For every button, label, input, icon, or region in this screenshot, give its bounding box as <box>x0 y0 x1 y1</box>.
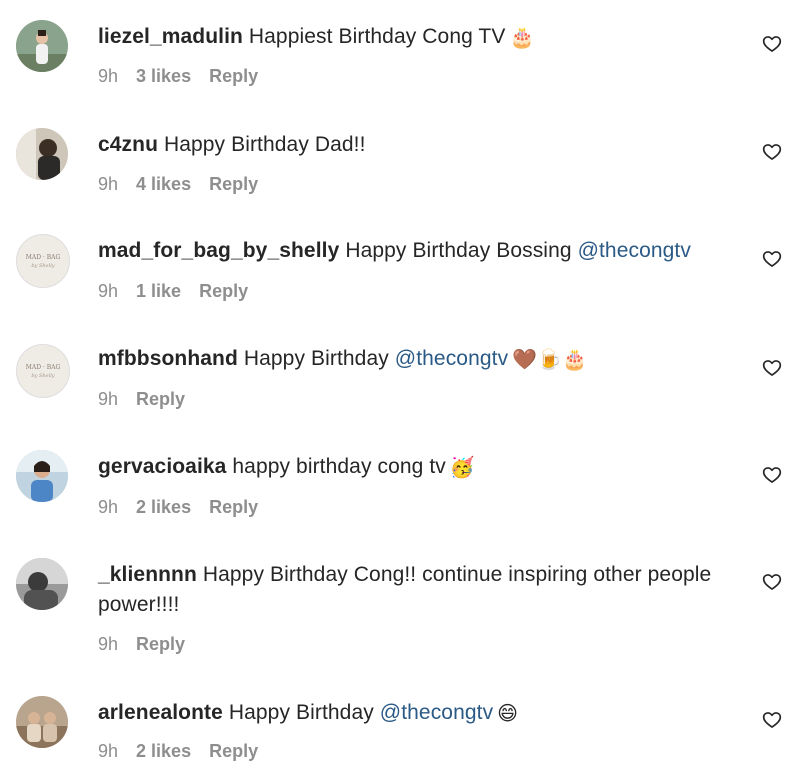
heart-outline-icon[interactable] <box>762 34 782 54</box>
comment-likes[interactable]: 2 likes <box>136 497 191 517</box>
comment-time: 9h <box>98 389 119 409</box>
avatar-logo-text: MAD · BAG <box>26 254 61 261</box>
comment-time: 9h <box>98 741 119 761</box>
emoji: 🤎🍺🎂 <box>512 349 588 371</box>
comment-username[interactable]: arlenealonte <box>98 701 223 724</box>
comments-list: liezel_madulin Happiest Birthday Cong TV… <box>0 0 800 767</box>
avatar-image <box>16 450 68 502</box>
comment-text: mad_for_bag_by_shelly Happy Birthday Bos… <box>98 236 738 266</box>
comment-body: happy birthday cong tv <box>232 455 446 478</box>
svg-text:by Shelly: by Shelly <box>31 263 54 269</box>
mention-link[interactable]: @thecongtv <box>578 239 691 262</box>
avatar-image <box>16 128 68 180</box>
comment-body: Happiest Birthday Cong TV <box>248 25 506 48</box>
comment-text: mfbbsonhand Happy Birthday @thecongtv 🤎🍺🎂 <box>98 344 738 375</box>
avatar-image: MAD · BAG by Shelly <box>17 235 69 287</box>
comment-meta: 9h Reply <box>98 389 203 410</box>
heart-outline-icon[interactable] <box>762 358 782 378</box>
avatar-image <box>16 558 68 610</box>
comment-text: c4znu Happy Birthday Dad!! <box>98 130 738 160</box>
comment-meta: 9h 2 likes Reply <box>98 741 276 762</box>
avatar-image: MAD · BAG by Shelly <box>17 345 69 397</box>
comment-body: Happy Birthday <box>228 701 374 724</box>
reply-button[interactable]: Reply <box>209 497 258 517</box>
comment-username[interactable]: mfbbsonhand <box>98 347 238 370</box>
avatar-image <box>16 696 68 748</box>
comment-time: 9h <box>98 174 119 194</box>
comment-username[interactable]: liezel_madulin <box>98 25 243 48</box>
avatar[interactable]: MAD · BAG by Shelly <box>16 234 70 288</box>
heart-outline-icon[interactable] <box>762 249 782 269</box>
comment-body: Happy Birthday <box>243 347 389 370</box>
comment-body: Happy Birthday Bossing <box>345 239 572 262</box>
reply-button[interactable]: Reply <box>209 66 258 86</box>
avatar[interactable] <box>16 450 68 502</box>
comment-text: gervacioaika happy birthday cong tv 🥳 <box>98 452 738 483</box>
avatar-logo-text: MAD · BAG <box>26 364 61 371</box>
comment-time: 9h <box>98 634 119 654</box>
emoji: 🥳 <box>449 457 475 479</box>
heart-outline-icon[interactable] <box>762 572 782 592</box>
comment-username[interactable]: _kliennnn <box>98 563 197 586</box>
avatar[interactable] <box>16 128 68 180</box>
heart-outline-icon[interactable] <box>762 142 782 162</box>
comment-likes[interactable]: 2 likes <box>136 741 191 761</box>
comment-username[interactable]: c4znu <box>98 133 158 156</box>
reply-button[interactable]: Reply <box>136 389 185 409</box>
reply-button[interactable]: Reply <box>136 634 185 654</box>
comment-body: Happy Birthday Dad!! <box>163 133 366 156</box>
mention-link[interactable]: @thecongtv <box>395 347 508 370</box>
reply-button[interactable]: Reply <box>209 741 258 761</box>
comment-meta: 9h 1 like Reply <box>98 281 266 302</box>
emoji: 😄 <box>497 703 519 725</box>
reply-button[interactable]: Reply <box>199 281 248 301</box>
heart-outline-icon[interactable] <box>762 710 782 730</box>
svg-text:by Shelly: by Shelly <box>31 373 54 379</box>
comment-text: _kliennnn Happy Birthday Cong!! continue… <box>98 560 738 620</box>
emoji: 🎂 <box>509 27 535 49</box>
comment-text: arlenealonte Happy Birthday @thecongtv 😄 <box>98 698 738 729</box>
avatar-image <box>16 20 68 72</box>
comment-username[interactable]: mad_for_bag_by_shelly <box>98 239 339 262</box>
comment-meta: 9h 2 likes Reply <box>98 497 276 518</box>
mention-link[interactable]: @thecongtv <box>380 701 493 724</box>
comment-likes[interactable]: 1 like <box>136 281 181 301</box>
comment-likes[interactable]: 4 likes <box>136 174 191 194</box>
comment-username[interactable]: gervacioaika <box>98 455 226 478</box>
comment-time: 9h <box>98 66 119 86</box>
avatar[interactable]: MAD · BAG by Shelly <box>16 344 70 398</box>
avatar[interactable] <box>16 558 68 610</box>
comment-meta: 9h 4 likes Reply <box>98 174 276 195</box>
reply-button[interactable]: Reply <box>209 174 258 194</box>
heart-outline-icon[interactable] <box>762 465 782 485</box>
avatar[interactable] <box>16 696 68 748</box>
comment-likes[interactable]: 3 likes <box>136 66 191 86</box>
comment-time: 9h <box>98 281 119 301</box>
comment-meta: 9h Reply <box>98 634 203 655</box>
comment-time: 9h <box>98 497 119 517</box>
comment-text: liezel_madulin Happiest Birthday Cong TV… <box>98 22 738 53</box>
comment-meta: 9h 3 likes Reply <box>98 66 276 87</box>
avatar[interactable] <box>16 20 68 72</box>
